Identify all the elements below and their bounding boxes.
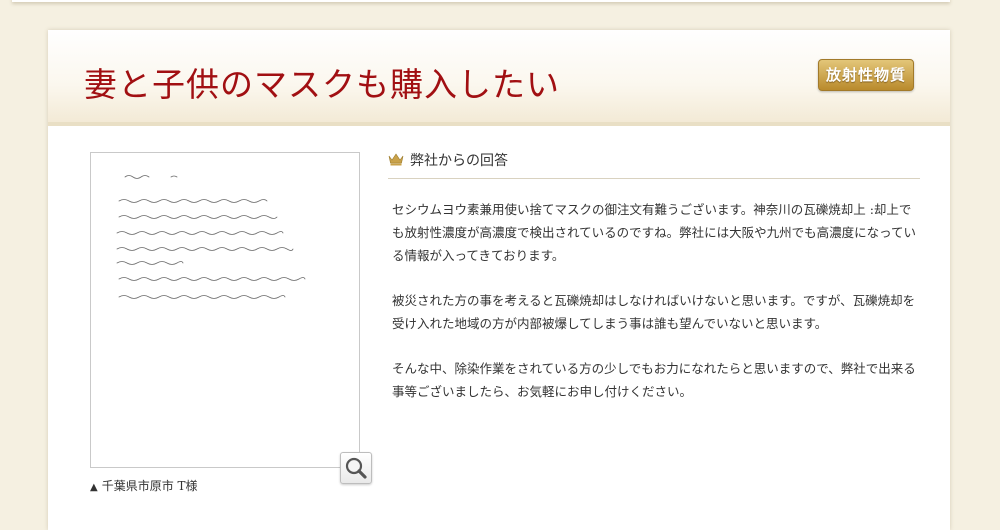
answer-paragraph: セシウムヨウ素兼用使い捨てマスクの御注文有難うございます。神奈川の瓦礫焼却上 :… [392,202,917,263]
card-header: 妻と子供のマスクも購入したい 放射性物質 [48,30,950,126]
caption-text: 千葉県市原市 T様 [101,479,198,493]
testimonial-card: 妻と子供のマスクも購入したい 放射性物質 ▲ 千葉県市原市 T様 弊社からの回答… [48,30,950,530]
page-title: 妻と子供のマスクも購入したい [84,65,560,104]
letter-caption: ▲ 千葉県市原市 T様 [90,477,198,494]
answer-heading-label: 弊社からの回答 [410,153,508,169]
triangle-up-icon: ▲ [90,482,98,493]
answer-heading: 弊社からの回答 [388,148,920,179]
crown-icon [388,153,404,166]
previous-card-edge [12,0,950,2]
handwritten-letter-image[interactable] [90,152,360,468]
zoom-button[interactable] [340,452,372,484]
magnifier-icon [345,457,367,479]
handwriting-scribble [116,175,306,299]
answer-paragraph: 被災された方の事を考えると瓦礫焼却はしなければいけないと思います。ですが、瓦礫焼… [392,293,916,331]
answer-paragraph: そんな中、除染作業をされている方の少しでもお力になれたらと思いますので、弊社で出… [392,361,916,399]
answer-body: セシウムヨウ素兼用使い捨てマスクの御注文有難うございます。神奈川の瓦礫焼却上 :… [392,198,922,425]
category-badge[interactable]: 放射性物質 [817,59,914,91]
